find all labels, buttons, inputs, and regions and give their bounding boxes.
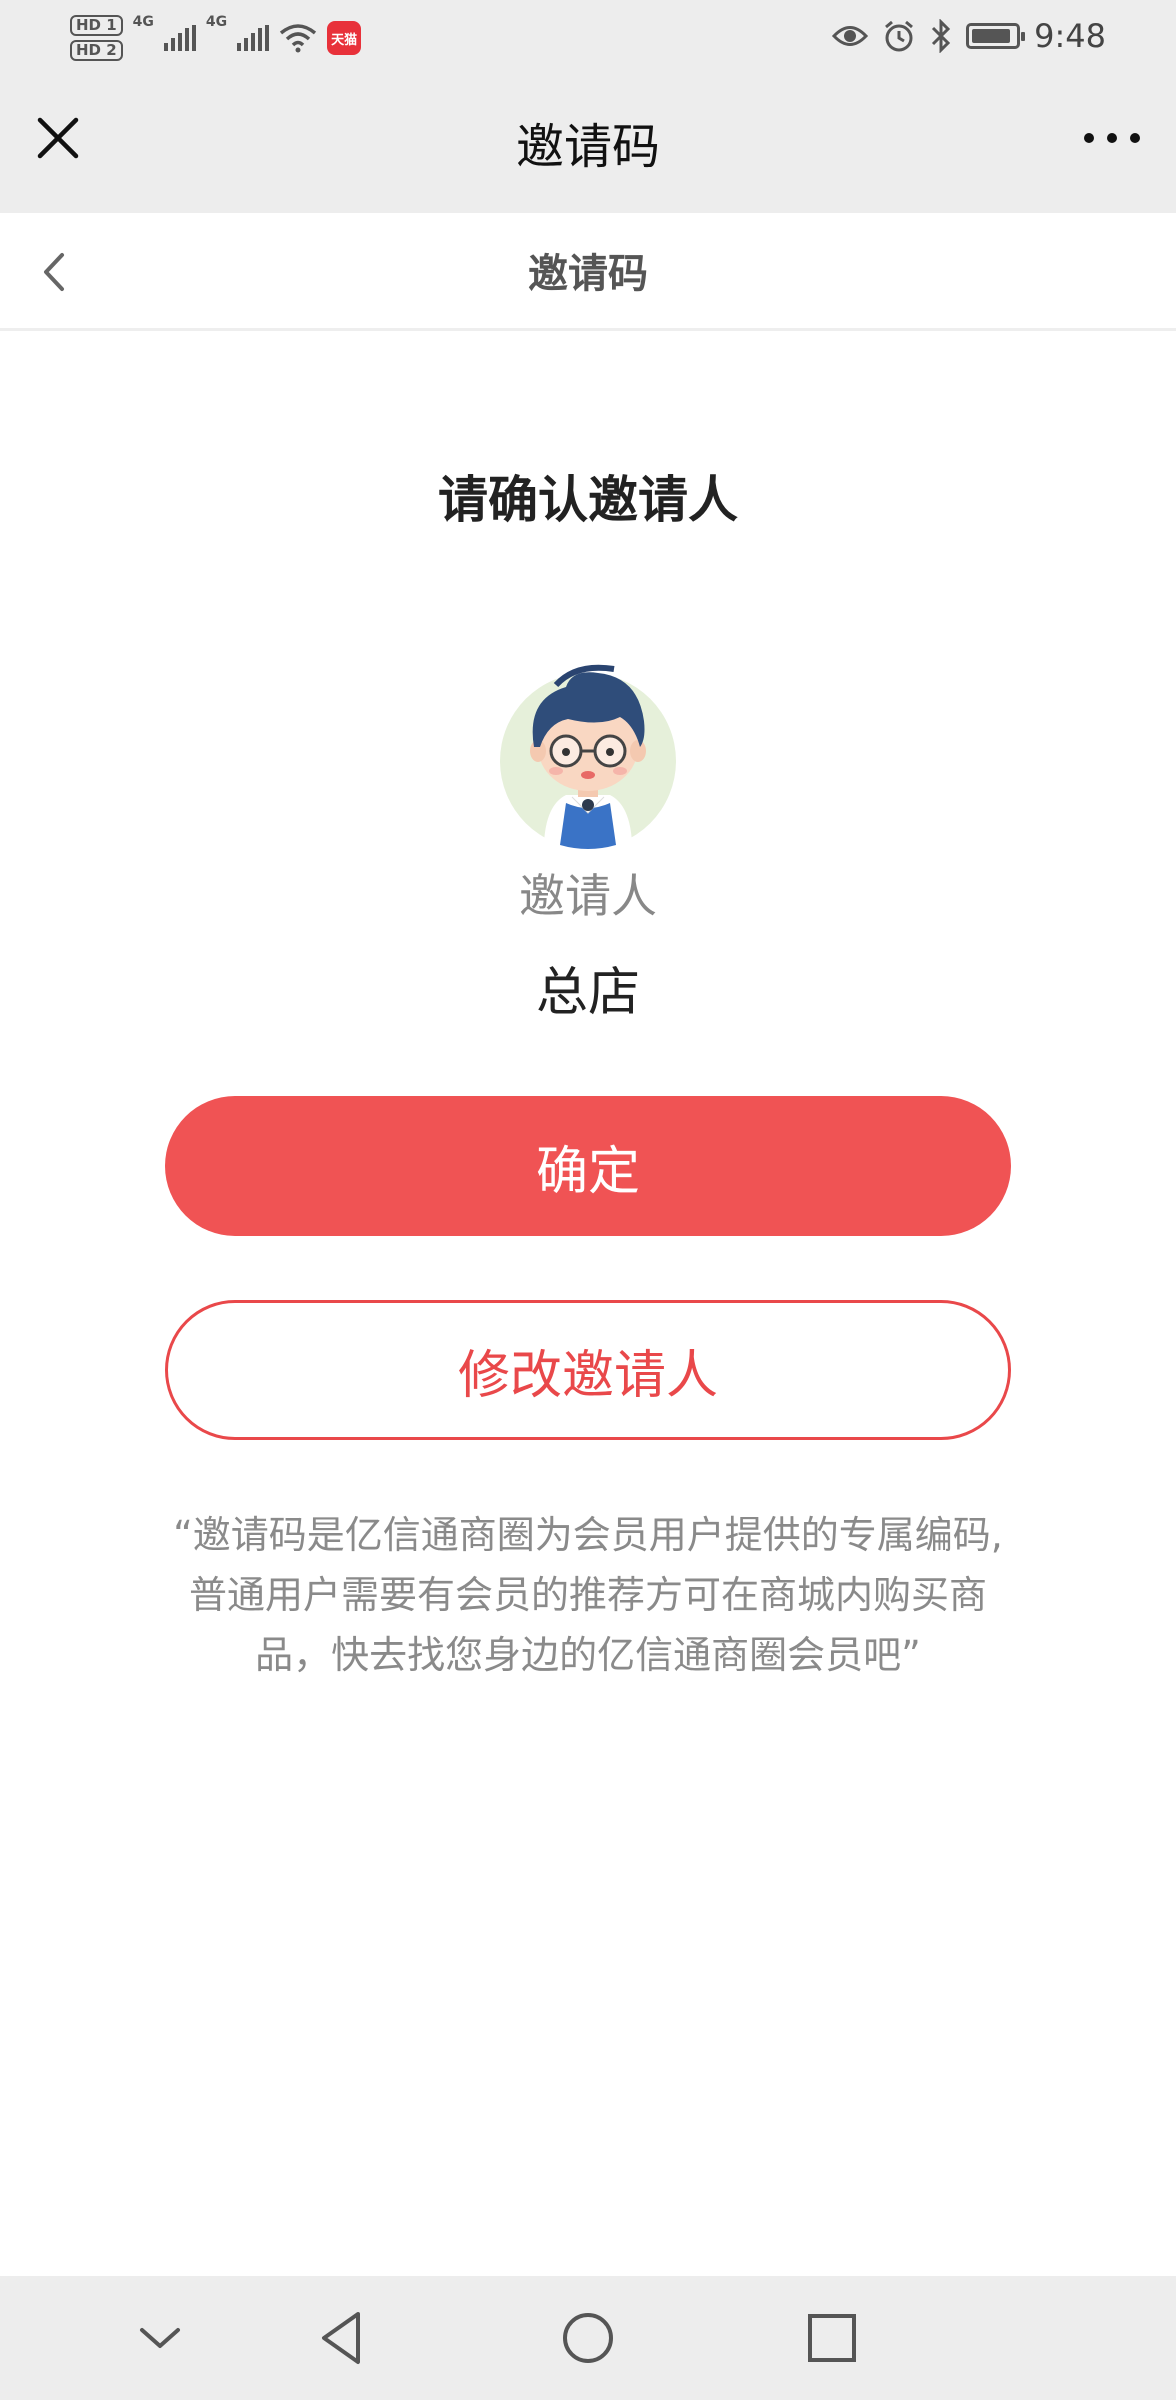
bluetooth-icon [932, 19, 951, 53]
avatar [500, 664, 676, 849]
confirm-heading: 请确认邀请人 [438, 471, 738, 529]
webview-title-bar: 邀请码 [0, 75, 1176, 213]
back-triangle-icon[interactable] [310, 2306, 374, 2370]
recents-square-icon[interactable] [800, 2306, 864, 2370]
system-nav-bar [0, 2276, 1176, 2400]
modify-inviter-button[interactable]: 修改邀请人 [165, 1300, 1011, 1440]
screen: HD 1 HD 2 4G 4G 天猫 9:48 邀请码 邀请码 请确认邀请人 邀… [0, 0, 1176, 2400]
inviter-name: 总店 [535, 963, 640, 1023]
status-bar: HD 1 HD 2 4G 4G 天猫 9:48 [0, 0, 1176, 75]
more-icon[interactable] [1076, 115, 1148, 161]
chevron-down-icon[interactable] [128, 2306, 192, 2370]
confirm-button[interactable]: 确定 [165, 1096, 1011, 1236]
hd-badge-2: HD 2 [70, 40, 123, 61]
signal-icon [237, 25, 270, 51]
network-type-2: 4G [205, 14, 228, 30]
status-left: HD 1 HD 2 4G 4G 天猫 [70, 8, 362, 68]
alarm-icon [885, 20, 914, 52]
home-circle-icon[interactable] [556, 2306, 620, 2370]
invite-code-note: “邀请码是亿信通商圈为会员用户提供的专属编码,普通用户需要有会员的推荐方可在商城… [173, 1513, 1003, 1677]
page-nav-bar: 邀请码 [0, 213, 1176, 331]
webview-title: 邀请码 [515, 119, 660, 175]
network-type-1: 4G [132, 14, 154, 30]
eye-icon [832, 26, 869, 46]
hd-badges: HD 1 HD 2 [70, 15, 123, 61]
battery-icon [966, 23, 1026, 49]
page-title: 邀请码 [528, 251, 648, 297]
wifi-icon [280, 24, 317, 53]
signal-icon [163, 25, 196, 51]
battery-level [972, 29, 1010, 43]
app-notification-icon: 天猫 [327, 21, 362, 55]
inviter-label: 邀请人 [519, 869, 657, 923]
status-right: 9:48 [832, 10, 1106, 62]
hd-badge-1: HD 1 [70, 15, 123, 36]
clock-time: 9:48 [1034, 17, 1106, 55]
